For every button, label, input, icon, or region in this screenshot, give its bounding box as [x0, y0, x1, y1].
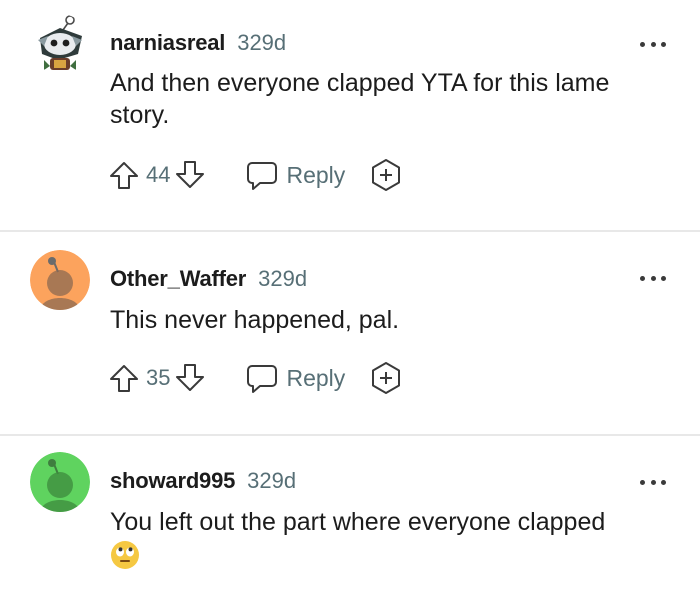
dot-icon — [661, 41, 666, 47]
user-avatar[interactable] — [30, 250, 90, 310]
comment-age: 329d — [237, 30, 287, 55]
comment: Other_Waffer 329d This never happened, p… — [0, 232, 700, 434]
snoo-avatar-icon — [30, 452, 90, 512]
username-link[interactable]: showard995 — [110, 468, 235, 494]
reply-label: Reply — [286, 364, 346, 391]
more-options-button[interactable] — [640, 39, 666, 49]
username-link[interactable]: Other_Waffer — [110, 266, 246, 292]
vote-score: 44 — [146, 162, 171, 187]
dot-icon — [661, 275, 666, 281]
eye-roll-emoji — [111, 541, 139, 570]
comment-age: 329d — [247, 468, 297, 493]
comment-text: You left out the part where everyone cla… — [110, 508, 606, 536]
speech-bubble-icon — [247, 365, 278, 393]
more-options-button[interactable] — [640, 477, 666, 487]
comment: showard995 329d You left out the part wh… — [0, 436, 700, 592]
comment-actions: 35 Reply — [108, 358, 403, 398]
comment-age: 329d — [258, 266, 308, 291]
vote-score: 35 — [146, 365, 171, 390]
user-avatar[interactable] — [30, 452, 90, 512]
dot-icon — [650, 479, 656, 485]
snoo-avatar-icon — [30, 250, 90, 310]
reply-label: Reply — [286, 161, 346, 188]
dot-icon — [650, 41, 656, 47]
comment-body: You left out the part where everyone cla… — [110, 506, 670, 570]
comment-meta: showard995 329d — [110, 466, 296, 496]
comment-body: And then everyone clapped YTA for this l… — [110, 69, 610, 129]
comment-body: This never happened, pal. — [110, 306, 400, 334]
reply-button[interactable]: Reply — [246, 159, 345, 191]
award-plus-icon[interactable] — [369, 361, 403, 395]
reply-button[interactable]: Reply — [246, 362, 345, 394]
award-plus-icon[interactable] — [369, 158, 403, 192]
speech-bubble-icon — [247, 162, 278, 190]
more-options-button[interactable] — [640, 273, 666, 283]
upvote-arrow-icon[interactable] — [108, 362, 140, 394]
dot-icon — [650, 275, 656, 281]
downvote-arrow-icon[interactable] — [174, 159, 206, 191]
dot-icon — [640, 479, 645, 485]
username-link[interactable]: narniasreal — [110, 30, 225, 56]
user-avatar[interactable] — [30, 14, 90, 74]
dot-icon — [640, 275, 645, 281]
comment-actions: 44 Reply — [108, 155, 403, 195]
comment-meta: narniasreal 329d — [110, 28, 286, 58]
dot-icon — [640, 41, 645, 47]
dot-icon — [661, 479, 666, 485]
comment: narniasreal 329d And then everyone clapp… — [0, 0, 700, 230]
comment-meta: Other_Waffer 329d — [110, 264, 307, 294]
downvote-arrow-icon[interactable] — [174, 362, 206, 394]
custom-snoo-avatar-icon — [30, 14, 90, 74]
upvote-arrow-icon[interactable] — [108, 159, 140, 191]
